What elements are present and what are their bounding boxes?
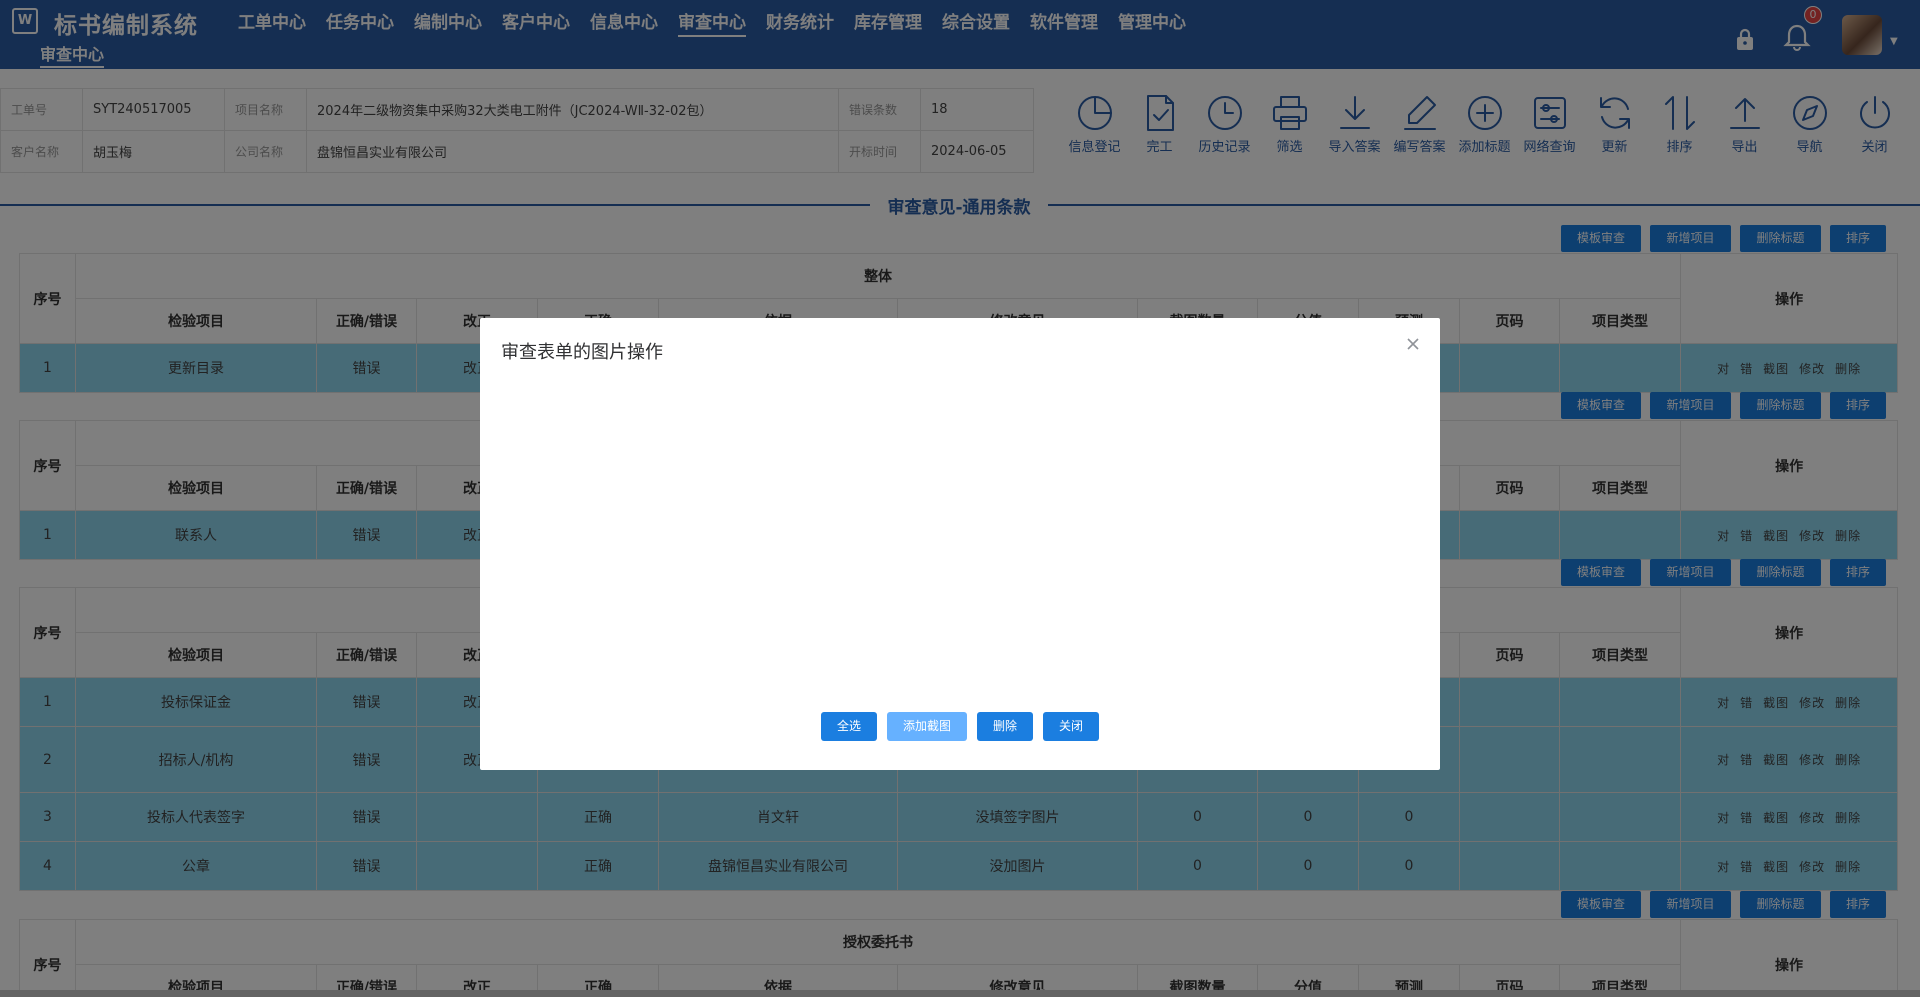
dialog-button-row: 全选 添加截图 删除 关闭 [480,712,1440,741]
delete-button[interactable]: 删除 [977,712,1033,741]
close-dialog-button[interactable]: 关闭 [1043,712,1099,741]
app-root: W 标书编制系统 工单中心任务中心编制中心客户中心信息中心审查中心财务统计库存管… [0,0,1920,997]
image-operation-dialog: 审查表单的图片操作 全选 添加截图 删除 关闭 [480,318,1440,770]
select-all-button[interactable]: 全选 [821,712,877,741]
close-icon[interactable] [1405,336,1421,352]
dialog-title: 审查表单的图片操作 [501,342,663,363]
add-screenshot-button[interactable]: 添加截图 [887,712,967,741]
